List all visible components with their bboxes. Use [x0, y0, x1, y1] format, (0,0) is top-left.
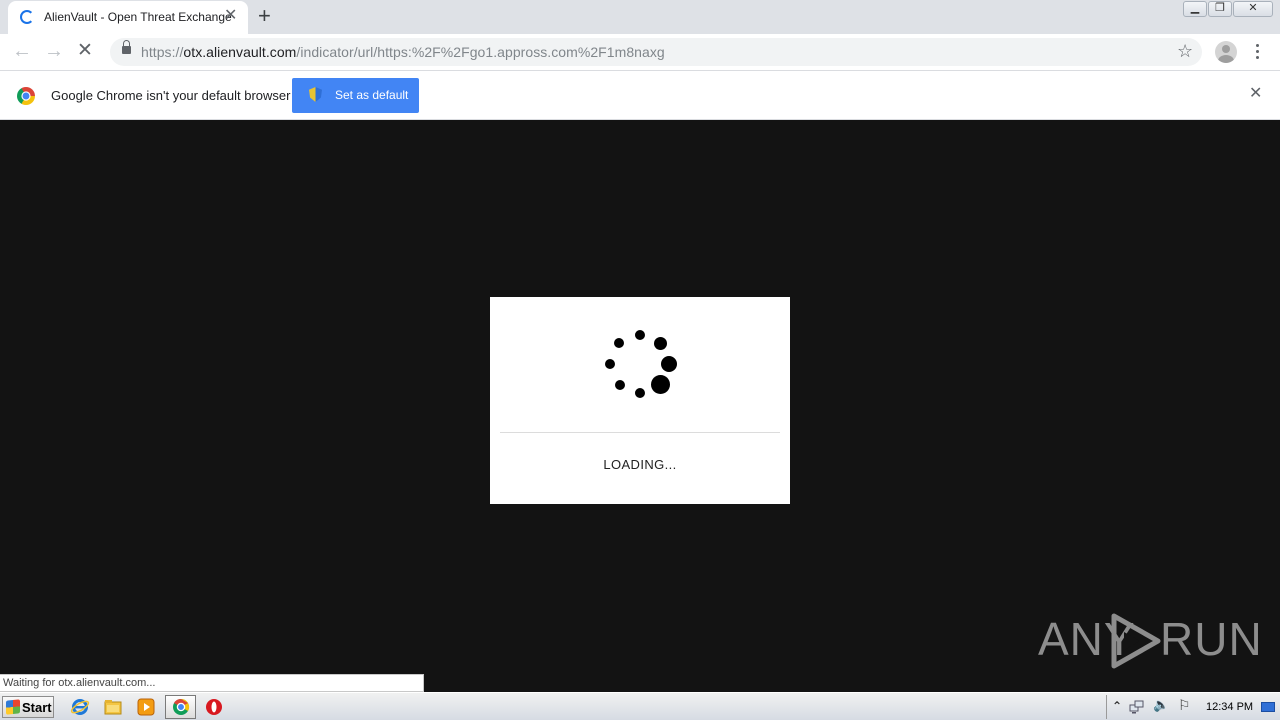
stop-button[interactable]: ✕ [77, 40, 93, 62]
loading-dot [651, 375, 670, 394]
watermark-right-text: RUN [1160, 613, 1263, 665]
play-logo-icon [1111, 613, 1161, 669]
page-content: LOADING... [0, 120, 1280, 671]
window-close-button[interactable]: ✕ [1233, 1, 1273, 17]
url-scheme: https:// [141, 44, 184, 60]
browser-toolbar: ← → ✕ https://otx.alienvault.com/indicat… [0, 34, 1280, 71]
taskbar: Start ⌃ 🔈 ⚐ 12:34 PM [0, 692, 1280, 720]
loading-spinner-icon [20, 10, 34, 24]
loading-text: LOADING... [603, 457, 677, 472]
media-player-icon[interactable] [136, 697, 156, 717]
taskbar-clock[interactable]: 12:34 PM [1206, 701, 1253, 713]
chrome-icon [173, 698, 190, 715]
loading-dot [661, 356, 677, 372]
profile-icon[interactable] [1215, 41, 1237, 63]
default-browser-infobar: Google Chrome isn't your default browser… [0, 71, 1280, 120]
forward-button[interactable]: → [44, 40, 64, 62]
tab-close-icon[interactable]: ✕ [224, 8, 237, 24]
browser-tab[interactable]: AlienVault - Open Threat Exchange ✕ [8, 1, 248, 34]
loading-modal: LOADING... [490, 297, 790, 504]
set-as-default-label: Set as default [335, 88, 409, 102]
status-bubble: Waiting for otx.alienvault.com... [0, 674, 424, 692]
loading-dot [615, 380, 625, 390]
lock-icon[interactable] [122, 40, 131, 54]
url-host: otx.alienvault.com [183, 44, 297, 60]
tab-strip: AlienVault - Open Threat Exchange ✕ + ▁ … [0, 0, 1280, 34]
opera-icon[interactable] [204, 697, 224, 717]
loading-dot [605, 359, 615, 369]
menu-icon[interactable] [1256, 44, 1260, 60]
volume-icon[interactable]: 🔈 [1153, 698, 1169, 712]
network-icon[interactable] [1129, 699, 1145, 715]
chrome-logo-icon [17, 87, 35, 105]
minimize-button[interactable]: ▁ [1183, 1, 1207, 17]
action-center-flag-icon[interactable]: ⚐ [1178, 698, 1191, 712]
show-desktop-icon[interactable] [1261, 702, 1275, 712]
new-tab-button[interactable]: + [258, 4, 271, 28]
set-as-default-button[interactable]: Set as default [292, 78, 419, 113]
loading-dot [654, 337, 667, 350]
windows-logo-icon [6, 699, 20, 715]
file-explorer-icon[interactable] [103, 697, 123, 717]
shield-icon [309, 87, 322, 102]
tab-title: AlienVault - Open Threat Exchange [44, 10, 232, 24]
url-path: /indicator/url/https:%2F%2Fgo1.appross.c… [296, 44, 665, 60]
internet-explorer-icon[interactable] [70, 697, 90, 717]
loading-dot [635, 330, 645, 340]
tray-separator [1106, 695, 1107, 719]
infobar-message: Google Chrome isn't your default browser [51, 88, 291, 103]
infobar-close-icon[interactable]: ✕ [1249, 86, 1262, 102]
restore-button[interactable]: ❐ [1208, 1, 1232, 17]
back-button[interactable]: ← [12, 40, 32, 62]
loading-dot [635, 388, 645, 398]
tray-expand-icon[interactable]: ⌃ [1112, 699, 1122, 713]
loading-dot [614, 338, 624, 348]
bookmark-star-icon[interactable]: ☆ [1177, 41, 1193, 62]
taskbar-chrome-button[interactable] [165, 695, 196, 719]
start-button[interactable]: Start [2, 696, 54, 718]
start-label: Start [22, 700, 52, 715]
address-bar[interactable]: https://otx.alienvault.com/indicator/url… [110, 38, 1202, 66]
url-text[interactable]: https://otx.alienvault.com/indicator/url… [141, 44, 665, 60]
divider [500, 432, 780, 433]
